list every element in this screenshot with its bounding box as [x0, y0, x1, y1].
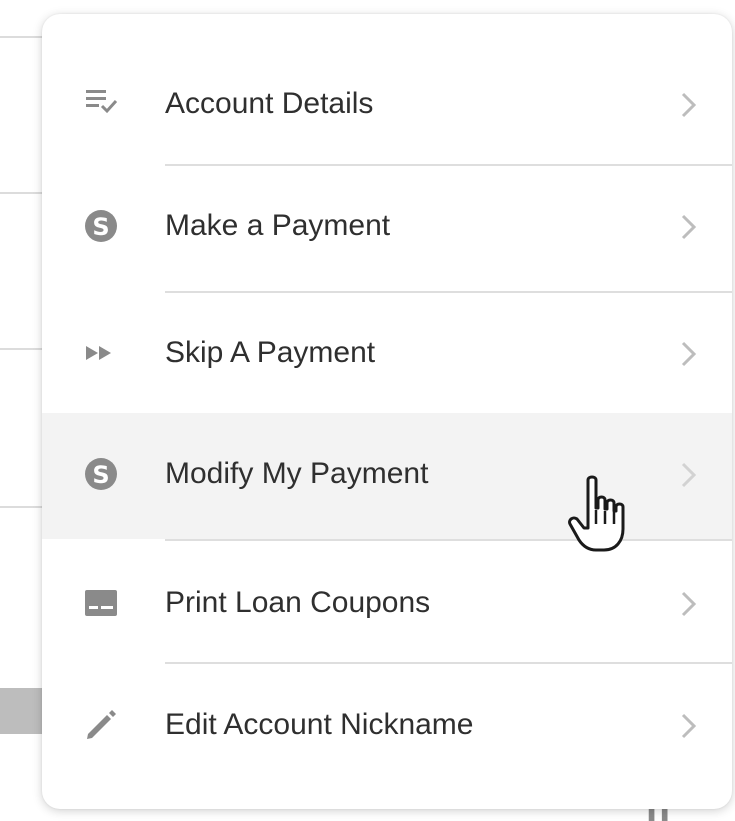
menu-item-label: Edit Account Nickname	[165, 708, 474, 741]
svg-text:S: S	[92, 213, 109, 241]
menu-item-label: Skip A Payment	[165, 336, 376, 369]
menu-item-label: Print Loan Coupons	[165, 586, 431, 619]
background-block	[0, 688, 44, 734]
fast-forward-icon	[84, 336, 118, 370]
chevron-right-icon	[681, 591, 697, 617]
page-background: II Account Details S Make a Payment Skip…	[0, 0, 735, 821]
pencil-icon	[84, 708, 118, 742]
chevron-right-icon	[681, 92, 697, 118]
menu-item-label: Modify My Payment	[165, 457, 429, 490]
menu-item-print-loan-coupons[interactable]: Print Loan Coupons	[42, 541, 732, 662]
list-check-icon	[84, 85, 118, 119]
menu-item-make-a-payment[interactable]: S Make a Payment	[42, 166, 732, 291]
chevron-right-icon	[681, 713, 697, 739]
dollar-circle-icon: S	[84, 457, 118, 491]
menu-item-label: Make a Payment	[165, 209, 391, 242]
menu-item-edit-account-nickname[interactable]: Edit Account Nickname	[42, 664, 732, 809]
menu-item-account-details[interactable]: Account Details	[42, 14, 732, 164]
svg-text:S: S	[92, 461, 109, 489]
chevron-right-icon	[681, 341, 697, 367]
hand-pointer-icon	[568, 475, 625, 552]
chevron-right-icon	[681, 462, 697, 488]
menu-item-skip-a-payment[interactable]: Skip A Payment	[42, 293, 732, 413]
card-icon	[84, 586, 118, 620]
dollar-circle-icon: S	[84, 209, 118, 243]
menu-item-label: Account Details	[165, 87, 374, 120]
chevron-right-icon	[681, 214, 697, 240]
account-actions-menu: Account Details S Make a Payment Skip A …	[42, 14, 732, 809]
